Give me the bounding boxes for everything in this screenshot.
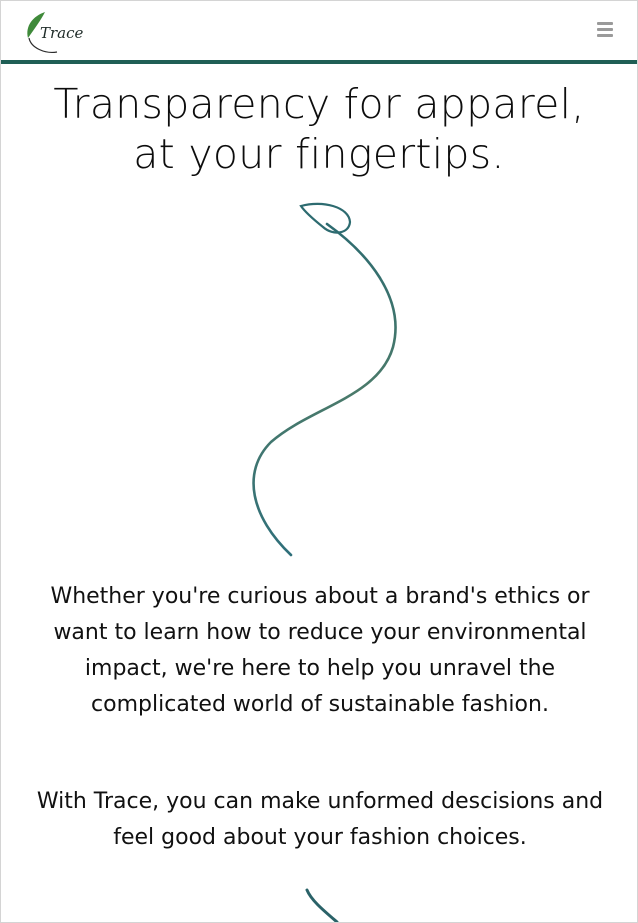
hero-title: Transparency for apparel, at your finger… (1, 79, 637, 179)
menu-bar-middle (597, 28, 613, 31)
top-navbar: Trace (1, 1, 637, 64)
sprout-stem (252, 222, 397, 557)
trace-logo-link[interactable]: Trace (23, 8, 83, 56)
sprout-line-fragment (305, 888, 339, 922)
brand-name: Trace (40, 24, 84, 42)
sprout-leaf (299, 202, 352, 234)
menu-bar-bottom (597, 34, 613, 37)
trace-value-paragraph: With Trace, you can make unformed descis… (36, 789, 604, 850)
hero-title-line-2: at your fingertips. (133, 130, 505, 178)
menu-bar-top (597, 22, 613, 25)
hamburger-menu-icon[interactable] (597, 22, 613, 37)
page-frame: Trace Transparency for apparel, at your … (0, 0, 638, 923)
sprout-line-illustration (252, 202, 397, 557)
intro-paragraph: Whether you're curious about a brand's e… (50, 584, 590, 717)
hero-title-line-1: Transparency for apparel, (53, 80, 585, 128)
